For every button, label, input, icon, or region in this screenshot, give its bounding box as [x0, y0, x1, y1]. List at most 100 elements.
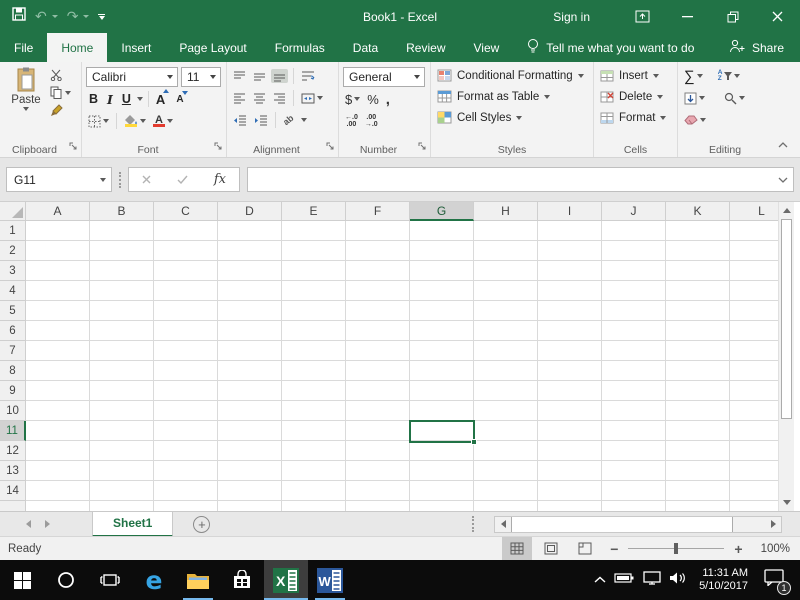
cell-D8[interactable] [218, 361, 282, 381]
cell-H6[interactable] [474, 321, 538, 341]
insert-function-icon[interactable]: fx [214, 172, 226, 187]
minimize-button[interactable] [665, 0, 710, 33]
cell-I6[interactable] [538, 321, 602, 341]
cell-H11[interactable] [474, 421, 538, 441]
cell-A13[interactable] [26, 461, 90, 481]
customize-quick-access-icon[interactable] [98, 14, 105, 20]
cell-J2[interactable] [602, 241, 666, 261]
align-left-button[interactable] [231, 91, 248, 105]
horizontal-scroll-thumb[interactable] [511, 517, 733, 532]
cell-H2[interactable] [474, 241, 538, 261]
cell-J15[interactable] [602, 501, 666, 511]
cell-A10[interactable] [26, 401, 90, 421]
cell-C7[interactable] [154, 341, 218, 361]
cell-C2[interactable] [154, 241, 218, 261]
font-size-combo[interactable]: 11 [181, 67, 221, 87]
cell-F5[interactable] [346, 301, 410, 321]
horizontal-scrollbar[interactable] [494, 516, 782, 533]
row-header-8[interactable]: 8 [0, 361, 26, 381]
cell-H4[interactable] [474, 281, 538, 301]
scroll-left-icon[interactable] [495, 517, 511, 532]
network-icon[interactable] [643, 571, 661, 590]
scroll-up-icon[interactable] [779, 202, 794, 219]
row-header-7[interactable]: 7 [0, 341, 26, 361]
tab-insert[interactable]: Insert [107, 33, 165, 62]
cell-J13[interactable] [602, 461, 666, 481]
cell-J10[interactable] [602, 401, 666, 421]
taskbar-app-word[interactable]: W [308, 560, 352, 600]
zoom-in-button[interactable]: + [728, 541, 748, 557]
autosum-button[interactable]: ∑ [682, 67, 705, 86]
cell-H9[interactable] [474, 381, 538, 401]
cell-J11[interactable] [602, 421, 666, 441]
cell-C3[interactable] [154, 261, 218, 281]
select-all-button[interactable] [0, 202, 26, 221]
cell-I4[interactable] [538, 281, 602, 301]
cell-D12[interactable] [218, 441, 282, 461]
cell-E15[interactable] [282, 501, 346, 511]
cell-styles-button[interactable]: Cell Styles [435, 107, 590, 128]
tab-split-handle[interactable] [472, 516, 474, 532]
format-as-table-button[interactable]: Format as Table [435, 86, 590, 107]
cell-G9[interactable] [410, 381, 474, 401]
cell-K2[interactable] [666, 241, 730, 261]
cell-F13[interactable] [346, 461, 410, 481]
cell-E1[interactable] [282, 221, 346, 241]
cell-H5[interactable] [474, 301, 538, 321]
cell-B6[interactable] [90, 321, 154, 341]
cell-A2[interactable] [26, 241, 90, 261]
cell-J3[interactable] [602, 261, 666, 281]
row-header-14[interactable]: 14 [0, 481, 26, 501]
cell-I15[interactable] [538, 501, 602, 511]
tab-page-layout[interactable]: Page Layout [165, 33, 260, 62]
cell-B3[interactable] [90, 261, 154, 281]
cell-D2[interactable] [218, 241, 282, 261]
cell-F6[interactable] [346, 321, 410, 341]
orientation-button[interactable]: ab [281, 114, 309, 126]
cell-L8[interactable] [730, 361, 778, 381]
column-header-J[interactable]: J [602, 202, 666, 221]
cell-B2[interactable] [90, 241, 154, 261]
taskbar-app-store[interactable] [220, 560, 264, 600]
cell-K15[interactable] [666, 501, 730, 511]
cell-F8[interactable] [346, 361, 410, 381]
cell-B5[interactable] [90, 301, 154, 321]
row-header-15[interactable] [0, 501, 26, 511]
cell-C8[interactable] [154, 361, 218, 381]
column-header-F[interactable]: F [346, 202, 410, 221]
cell-G6[interactable] [410, 321, 474, 341]
column-header-L[interactable]: L [730, 202, 778, 221]
name-box[interactable]: G11 [6, 167, 112, 192]
sign-in-button[interactable]: Sign in [553, 10, 590, 24]
cell-B4[interactable] [90, 281, 154, 301]
row-header-3[interactable]: 3 [0, 261, 26, 281]
cell-I12[interactable] [538, 441, 602, 461]
expand-formula-bar-icon[interactable] [778, 177, 788, 183]
cell-A3[interactable] [26, 261, 90, 281]
align-center-button[interactable] [251, 91, 268, 105]
taskbar-app-edge[interactable]: e [132, 560, 176, 600]
cell-F7[interactable] [346, 341, 410, 361]
format-cells-button[interactable]: Format [598, 107, 674, 128]
cell-F9[interactable] [346, 381, 410, 401]
cell-B8[interactable] [90, 361, 154, 381]
cell-D3[interactable] [218, 261, 282, 281]
taskbar-app-cortana[interactable] [44, 560, 88, 600]
cell-K13[interactable] [666, 461, 730, 481]
delete-cells-button[interactable]: Delete [598, 86, 674, 107]
speaker-icon[interactable] [669, 571, 687, 590]
column-header-H[interactable]: H [474, 202, 538, 221]
cell-E11[interactable] [282, 421, 346, 441]
cell-E9[interactable] [282, 381, 346, 401]
cell-J1[interactable] [602, 221, 666, 241]
cell-F4[interactable] [346, 281, 410, 301]
normal-view-button[interactable] [502, 537, 532, 561]
new-sheet-button[interactable]: + [193, 516, 210, 533]
cell-D9[interactable] [218, 381, 282, 401]
cell-B10[interactable] [90, 401, 154, 421]
row-header-10[interactable]: 10 [0, 401, 26, 421]
cell-F14[interactable] [346, 481, 410, 501]
cell-B15[interactable] [90, 501, 154, 511]
cell-A15[interactable] [26, 501, 90, 511]
cell-J6[interactable] [602, 321, 666, 341]
